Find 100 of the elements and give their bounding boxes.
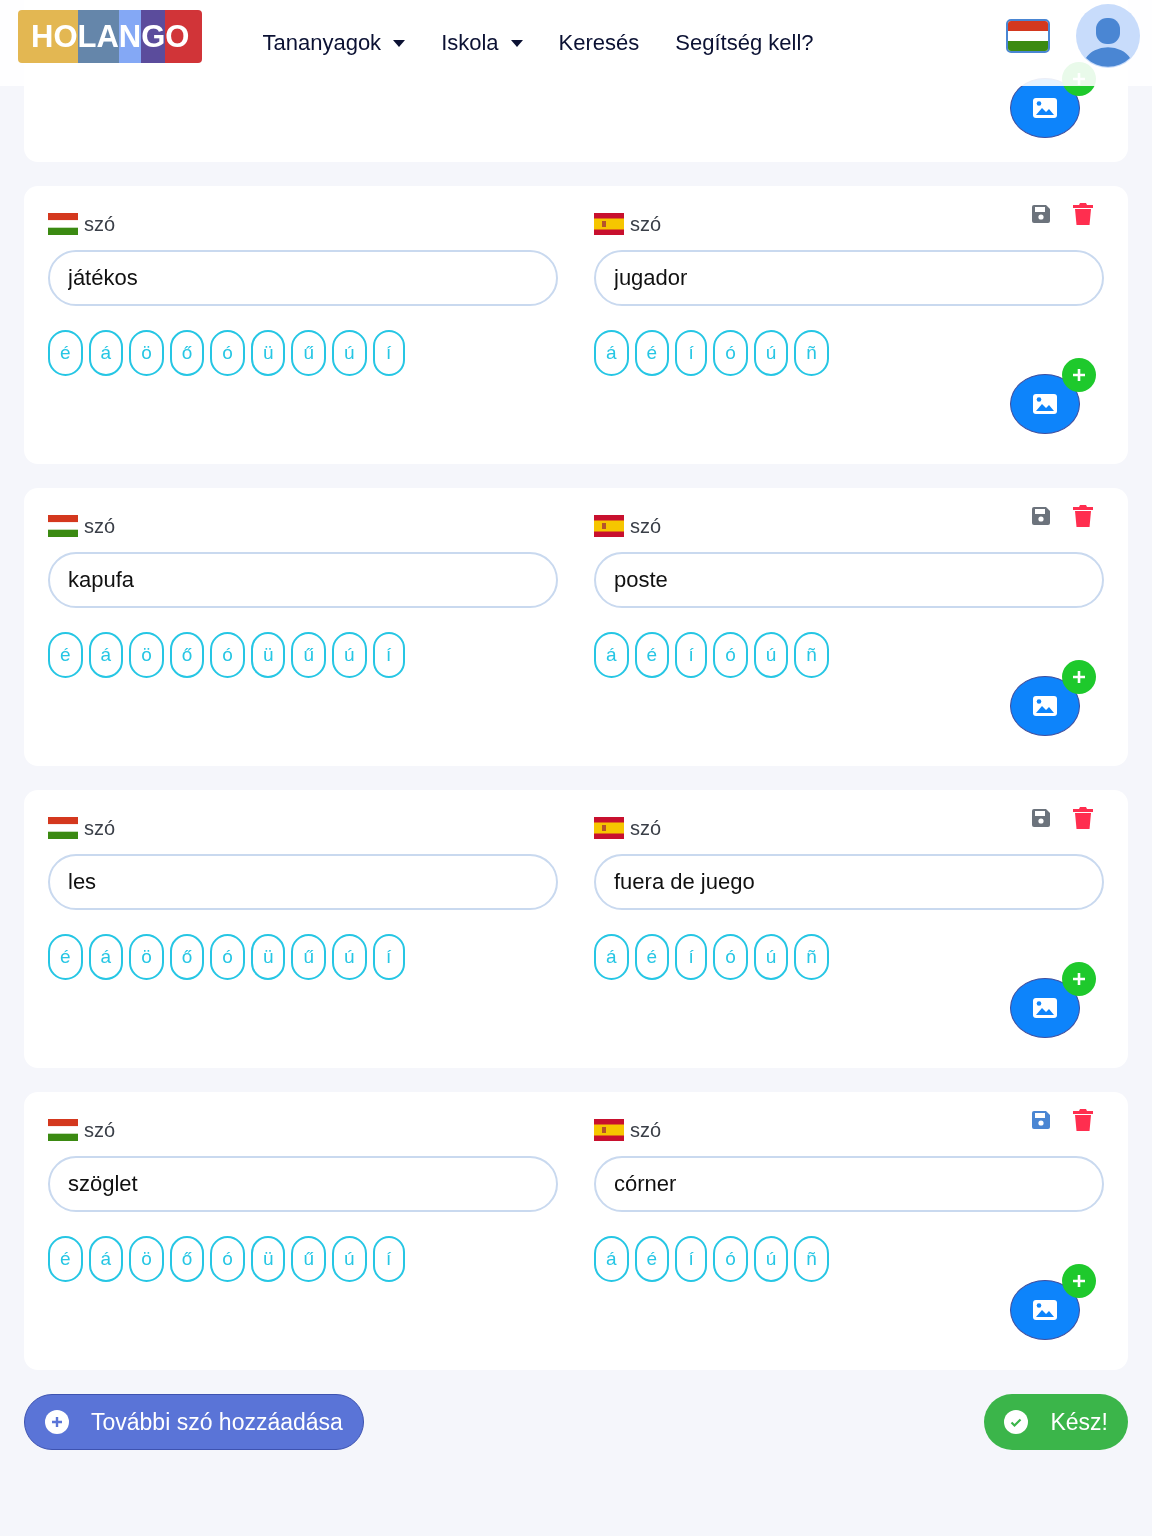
accent-key[interactable]: ü: [250, 934, 286, 980]
word-input[interactable]: poste: [594, 552, 1104, 608]
word-input[interactable]: córner: [594, 1156, 1104, 1212]
accent-key[interactable]: ő: [169, 1236, 205, 1282]
accent-key[interactable]: ú: [332, 632, 367, 678]
accent-key[interactable]: í: [675, 632, 708, 678]
accent-key[interactable]: é: [48, 330, 83, 376]
accent-key[interactable]: í: [372, 1236, 405, 1282]
plus-badge-icon: [1062, 962, 1096, 996]
accent-key[interactable]: ö: [129, 632, 164, 678]
save-icon[interactable]: [1030, 807, 1052, 829]
trash-icon[interactable]: [1072, 202, 1094, 226]
check-icon: [1004, 1410, 1029, 1434]
accent-key[interactable]: á: [88, 934, 124, 980]
accent-key[interactable]: ñ: [794, 330, 829, 376]
accent-key[interactable]: í: [675, 1236, 708, 1282]
accent-key[interactable]: ú: [753, 330, 789, 376]
accent-key[interactable]: ű: [291, 632, 327, 678]
accent-key[interactable]: á: [88, 632, 124, 678]
accent-key[interactable]: í: [372, 330, 405, 376]
save-icon[interactable]: [1030, 505, 1052, 527]
done-button[interactable]: Kész!: [984, 1394, 1128, 1450]
field-label: szó: [630, 816, 662, 840]
accent-key[interactable]: ú: [332, 330, 367, 376]
spanish-flag-icon: [594, 515, 624, 537]
accent-key[interactable]: ú: [753, 1236, 789, 1282]
accent-key[interactable]: ő: [169, 934, 205, 980]
accent-key[interactable]: é: [634, 934, 670, 980]
nav-link[interactable]: Tananyagok: [262, 30, 406, 56]
hungarian-flag-icon: [48, 213, 78, 235]
accent-key[interactable]: é: [48, 934, 83, 980]
accent-key[interactable]: ú: [332, 934, 367, 980]
word-input[interactable]: szöglet: [48, 1156, 558, 1212]
accent-key[interactable]: á: [594, 632, 629, 678]
accent-key[interactable]: í: [675, 934, 708, 980]
hungarian-flag-icon: [48, 515, 78, 537]
accent-key[interactable]: ñ: [794, 632, 829, 678]
accent-key[interactable]: ö: [129, 934, 164, 980]
trash-icon[interactable]: [1072, 1108, 1094, 1132]
word-input[interactable]: les: [48, 854, 558, 910]
accent-key[interactable]: ó: [713, 1236, 748, 1282]
language-flag-button[interactable]: [1006, 19, 1050, 53]
plus-badge-icon: [1062, 358, 1096, 392]
accent-key[interactable]: ö: [129, 1236, 164, 1282]
nav-link[interactable]: Keresés: [558, 30, 640, 56]
accent-key[interactable]: ñ: [794, 934, 829, 980]
accent-key[interactable]: ó: [210, 934, 245, 980]
image-icon: [1032, 393, 1058, 415]
accent-key[interactable]: ó: [713, 934, 748, 980]
accent-key[interactable]: ú: [753, 934, 789, 980]
spanish-flag-icon: [594, 1119, 624, 1141]
caret-icon: [510, 39, 523, 47]
accent-key[interactable]: á: [88, 1236, 124, 1282]
trash-icon[interactable]: [1072, 806, 1094, 830]
accent-key[interactable]: á: [594, 934, 629, 980]
accent-key[interactable]: ú: [753, 632, 789, 678]
image-icon: [1032, 1299, 1058, 1321]
accent-key[interactable]: ő: [169, 632, 205, 678]
accent-key[interactable]: ó: [210, 330, 245, 376]
accent-key[interactable]: é: [48, 632, 83, 678]
accent-key[interactable]: ü: [250, 1236, 286, 1282]
accent-key[interactable]: ü: [250, 330, 286, 376]
save-icon[interactable]: [1030, 1109, 1052, 1131]
avatar-icon[interactable]: [1076, 4, 1140, 68]
accent-key[interactable]: ű: [291, 330, 327, 376]
accent-key[interactable]: ó: [210, 1236, 245, 1282]
trash-icon[interactable]: [1072, 504, 1094, 528]
word-input[interactable]: kapufa: [48, 552, 558, 608]
word-input[interactable]: játékos: [48, 250, 558, 306]
accent-key[interactable]: é: [634, 1236, 670, 1282]
accent-key[interactable]: ű: [291, 934, 327, 980]
caret-icon: [393, 39, 406, 47]
accent-key[interactable]: á: [594, 1236, 629, 1282]
accent-key[interactable]: ó: [210, 632, 245, 678]
save-icon[interactable]: [1030, 203, 1052, 225]
accent-key[interactable]: á: [594, 330, 629, 376]
accent-key[interactable]: ű: [291, 1236, 327, 1282]
image-icon: [1032, 695, 1058, 717]
add-word-button[interactable]: További szó hozzáadása: [24, 1394, 364, 1450]
accent-key[interactable]: ü: [250, 632, 286, 678]
image-icon: [1032, 997, 1058, 1019]
accent-key[interactable]: ñ: [794, 1236, 829, 1282]
accent-key[interactable]: ó: [713, 632, 748, 678]
accent-key[interactable]: é: [48, 1236, 83, 1282]
accent-key[interactable]: á: [88, 330, 124, 376]
accent-key[interactable]: ő: [169, 330, 205, 376]
nav-link[interactable]: Segítség kell?: [675, 30, 814, 56]
accent-key[interactable]: ó: [713, 330, 748, 376]
accent-key[interactable]: í: [675, 330, 708, 376]
accent-key[interactable]: í: [372, 632, 405, 678]
word-input[interactable]: jugador: [594, 250, 1104, 306]
accent-key[interactable]: é: [634, 330, 670, 376]
accent-key[interactable]: ö: [129, 330, 164, 376]
accent-key[interactable]: é: [634, 632, 670, 678]
accent-key[interactable]: ú: [332, 1236, 367, 1282]
field-label: szó: [84, 816, 116, 840]
accent-key[interactable]: í: [372, 934, 405, 980]
logo[interactable]: HOLANGO: [18, 9, 203, 63]
nav-link[interactable]: Iskola: [441, 30, 523, 56]
word-input[interactable]: fuera de juego: [594, 854, 1104, 910]
